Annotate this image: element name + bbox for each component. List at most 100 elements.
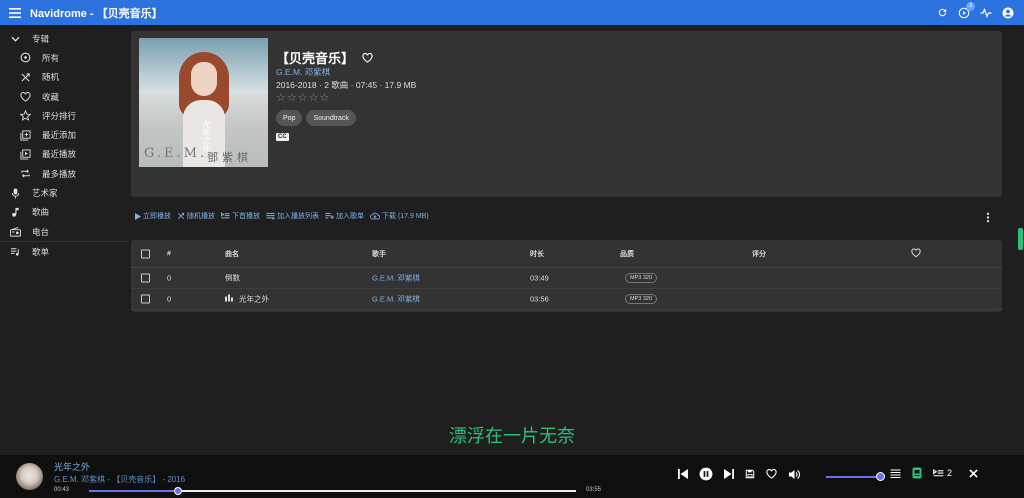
playback-controls <box>678 467 800 481</box>
album-rating[interactable]: ☆☆☆☆☆ <box>276 91 330 104</box>
table-row[interactable]: 0 倒数 G.E.M. 邓紫棋 03:49 MP3 320 <box>131 268 1002 289</box>
sidebar-item-artists[interactable]: 艺术家 <box>0 183 128 202</box>
theme-icon[interactable] <box>912 467 922 479</box>
volume-slider[interactable] <box>826 476 881 478</box>
track-title: 倒数 <box>225 273 240 283</box>
sidebar-item-label: 艺术家 <box>32 188 58 199</box>
player-track-title[interactable]: 光年之外 <box>54 460 90 473</box>
player-cover-art[interactable] <box>16 463 43 490</box>
sidebar-item-albums[interactable]: 专辑 <box>0 29 128 48</box>
row-checkbox[interactable] <box>141 273 150 283</box>
queue-icon[interactable]: 2 <box>933 468 952 478</box>
column-number[interactable]: # <box>167 250 171 257</box>
player-track-subtitle[interactable]: G.E.M. 邓紫棋 - 【贝壳音乐】 - 2016 <box>54 474 185 485</box>
track-artist-link[interactable]: G.E.M. 邓紫棋 <box>372 294 420 305</box>
sidebar-item-all[interactable]: 所有 <box>0 48 128 67</box>
column-rating[interactable]: 评分 <box>752 249 766 259</box>
volume-handle[interactable] <box>876 472 885 481</box>
download-button[interactable]: 下载 (17.9 MB) <box>370 211 429 221</box>
sidebar-item-label: 最近播放 <box>42 149 77 160</box>
progress-fill <box>89 490 178 492</box>
album-cover[interactable]: 光年之外 G.E.M. 鄧紫棋 <box>139 38 268 167</box>
activity-icon[interactable] <box>980 7 992 18</box>
more-vert-icon[interactable] <box>986 212 990 225</box>
sidebar-item-radio[interactable]: 电台 <box>0 222 128 241</box>
scrollbar-thumb[interactable] <box>1018 228 1023 250</box>
album-title-row: 【贝壳音乐】 <box>276 48 373 67</box>
album-icon <box>18 52 32 63</box>
skip-next-icon[interactable] <box>724 469 734 479</box>
add-to-queue-button[interactable]: 加入播放列表 <box>266 211 319 221</box>
refresh-icon[interactable] <box>937 7 948 18</box>
queue-badge: 3 <box>966 1 975 11</box>
album-title: 【贝壳音乐】 <box>276 51 355 66</box>
heart-icon <box>911 248 921 259</box>
total-time: 03:55 <box>586 487 602 493</box>
album-actions: 立即播放 随机播放 下首播放 加入播放列表 加入歌单 下载 (17.9 MB) <box>135 211 429 221</box>
shuffle-button[interactable]: 随机播放 <box>177 211 215 221</box>
column-artist[interactable]: 歌手 <box>372 249 386 259</box>
play-now-button[interactable]: 立即播放 <box>135 211 171 221</box>
sidebar-item-label: 评分排行 <box>42 110 77 121</box>
column-duration[interactable]: 时长 <box>530 249 544 259</box>
cover-face <box>191 62 217 96</box>
genre-chips: Pop Soundtrack <box>276 110 356 126</box>
shuffle-icon <box>18 72 32 83</box>
radio-icon <box>8 226 22 237</box>
playlist-icon <box>8 247 22 257</box>
row-checkbox[interactable] <box>141 294 150 304</box>
select-all-checkbox[interactable] <box>141 249 150 258</box>
genre-chip[interactable]: Soundtrack <box>306 110 356 126</box>
player-bar: 光年之外 G.E.M. 邓紫棋 - 【贝壳音乐】 - 2016 00:43 03… <box>0 455 1024 498</box>
player-extra-controls: 2 <box>890 467 978 479</box>
sidebar-item-favourites[interactable]: 收藏 <box>0 87 128 106</box>
heart-icon[interactable] <box>362 52 373 63</box>
track-table: # 曲名 歌手 时长 品质 评分 0 倒数 G.E.M. 邓紫棋 03:49 M… <box>131 240 1002 312</box>
star-icon <box>18 110 32 122</box>
column-quality[interactable]: 品质 <box>620 249 634 259</box>
add-to-playlist-button[interactable]: 加入歌单 <box>325 211 364 221</box>
play-next-label: 下首播放 <box>232 213 260 220</box>
heart-icon <box>18 91 32 102</box>
sidebar-item-recently-played[interactable]: 最近播放 <box>0 145 128 164</box>
sidebar-item-songs[interactable]: 歌曲 <box>0 203 128 222</box>
add-to-playlist-label: 加入歌单 <box>336 213 364 220</box>
sidebar-item-label: 电台 <box>32 226 50 237</box>
library-play-icon <box>18 149 32 160</box>
track-duration: 03:56 <box>530 294 549 304</box>
microphone-icon <box>8 187 22 199</box>
account-icon[interactable] <box>1002 7 1014 19</box>
sidebar-item-recently-added[interactable]: 最近添加 <box>0 125 128 144</box>
sidebar-item-random[interactable]: 随机 <box>0 68 128 87</box>
app-title: Navidrome - 【贝壳音乐】 <box>30 7 163 20</box>
column-title[interactable]: 曲名 <box>225 249 239 259</box>
album-artist-link[interactable]: G.E.M. 邓紫棋 <box>276 66 330 78</box>
play-next-button[interactable]: 下首播放 <box>221 211 260 221</box>
pause-icon[interactable] <box>699 467 713 481</box>
cover-brand: G.E.M. <box>144 146 208 161</box>
cover-name: 鄧紫棋 <box>207 151 252 164</box>
track-artist-link[interactable]: G.E.M. 邓紫棋 <box>372 273 420 284</box>
sidebar-item-top-rated[interactable]: 评分排行 <box>0 106 128 125</box>
lyrics-icon[interactable] <box>890 468 901 478</box>
play-queue-icon[interactable]: 3 <box>958 1 975 19</box>
progress-handle[interactable] <box>173 487 182 495</box>
volume-icon[interactable] <box>788 469 800 480</box>
save-icon[interactable] <box>745 469 755 479</box>
sidebar-item-most-played[interactable]: 最多播放 <box>0 164 128 183</box>
sidebar: 专辑 所有 随机 收藏 评分排行 最近添加 最近播放 最多播放 艺术家 歌曲 电… <box>0 25 128 455</box>
play-now-label: 立即播放 <box>143 213 171 220</box>
library-add-icon <box>18 130 32 141</box>
add-to-queue-label: 加入播放列表 <box>277 213 319 220</box>
genre-chip[interactable]: Pop <box>276 110 303 126</box>
table-row[interactable]: 0 光年之外 G.E.M. 邓紫棋 03:56 MP3 320 <box>131 289 1002 310</box>
menu-icon[interactable] <box>9 7 21 18</box>
sidebar-item-playlists[interactable]: 歌单 <box>0 242 128 261</box>
chevron-down-icon <box>8 36 22 42</box>
skip-previous-icon[interactable] <box>678 469 688 479</box>
heart-icon[interactable] <box>766 469 777 479</box>
floating-lyric: 漂浮在一片无奈 <box>449 426 575 446</box>
progress-slider[interactable] <box>89 487 576 495</box>
queue-count: 2 <box>947 468 953 478</box>
close-icon[interactable] <box>969 468 978 478</box>
